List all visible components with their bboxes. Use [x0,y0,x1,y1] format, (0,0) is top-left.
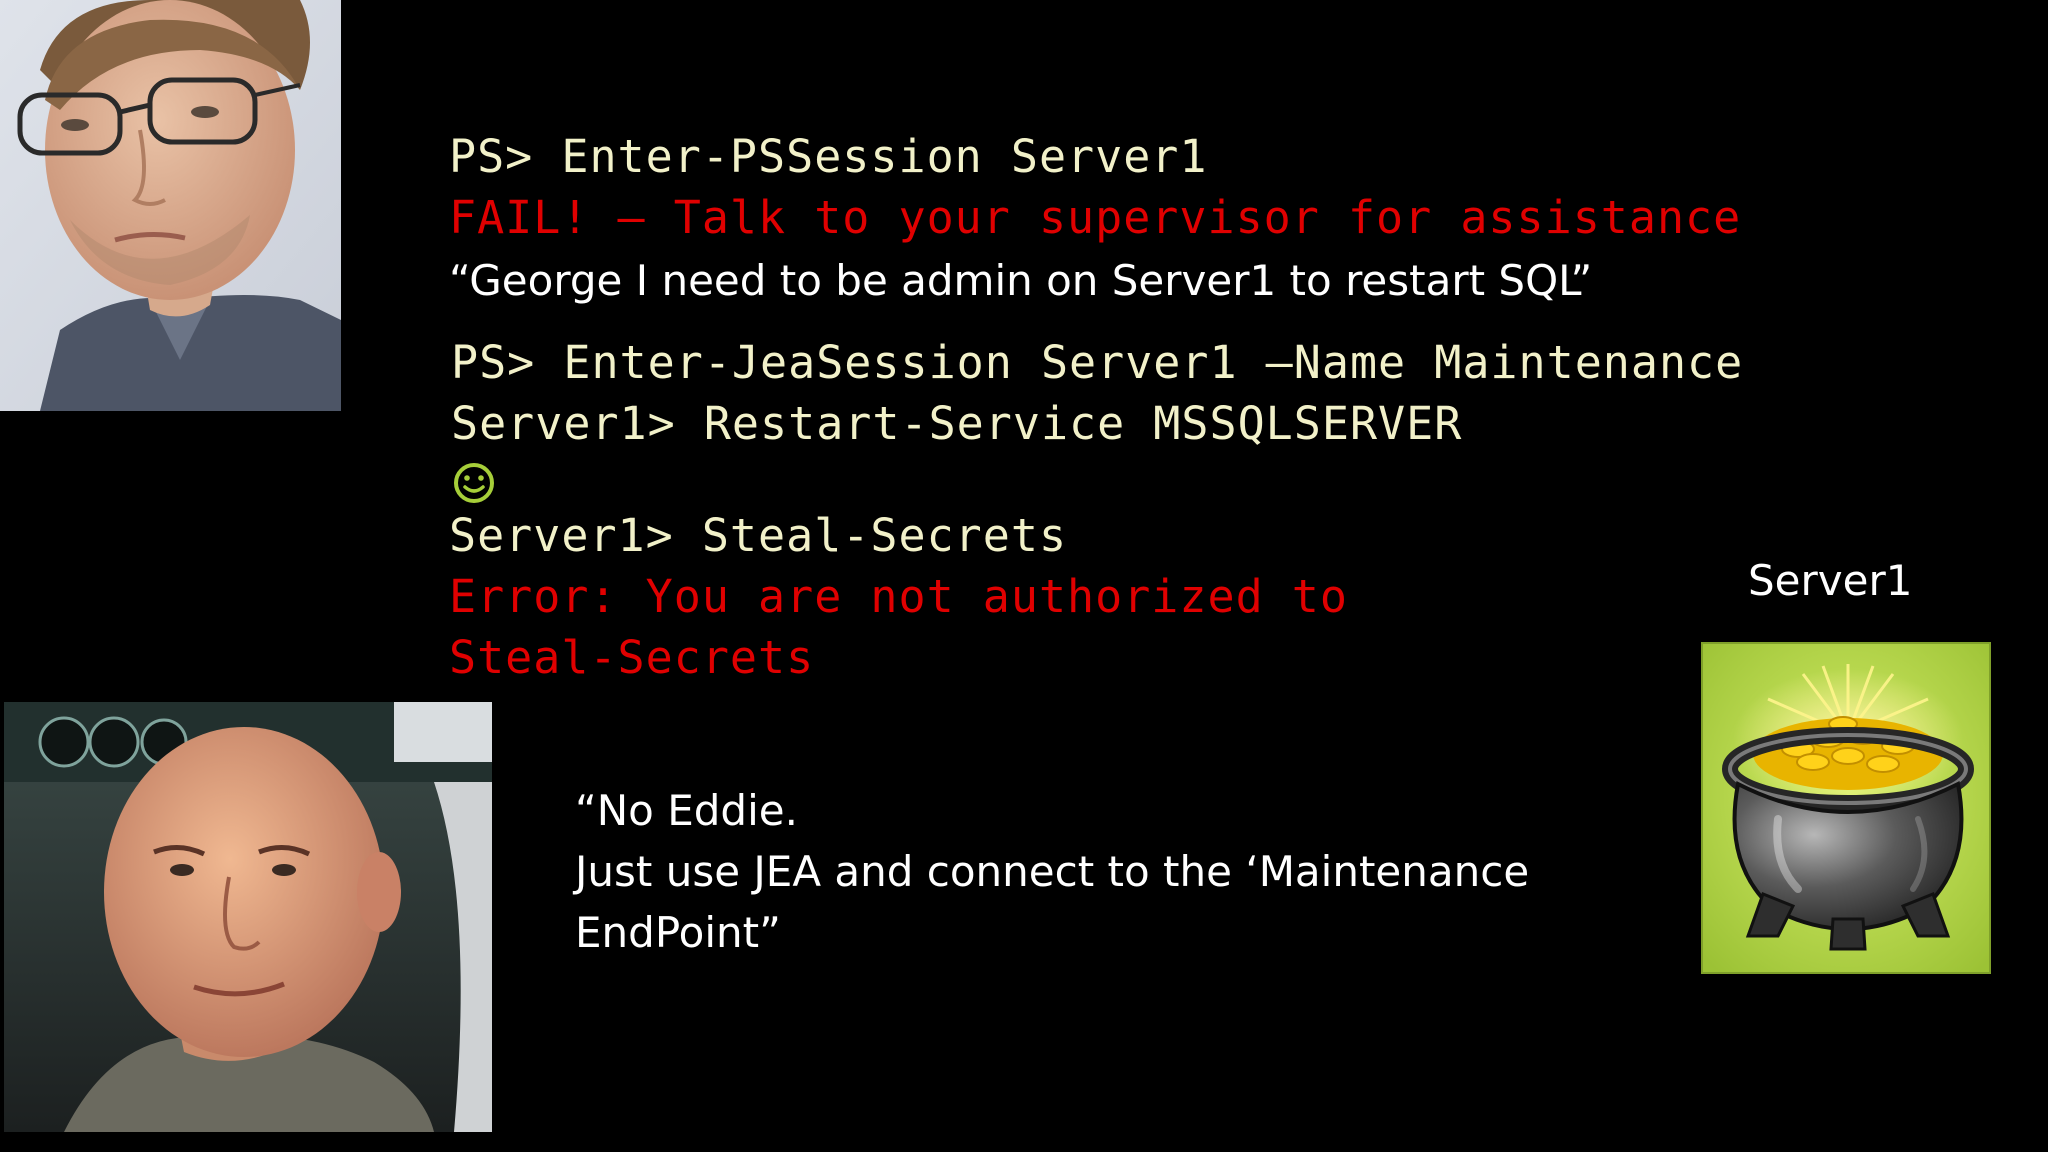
terminal-line-enter-jeasession: PS> Enter-JeaSession Server1 –Name Maint… [451,336,1744,389]
portrait-eddie-image [0,0,341,411]
portrait-photo-eddie [0,0,341,411]
reply-line-3: EndPoint” [575,908,781,957]
terminal-line-error-continued: Steal-Secrets [449,631,815,684]
quote-request-admin: “George I need to be admin on Server1 to… [449,256,1593,305]
reply-line-2: Just use JEA and connect to the ‘Mainten… [575,847,1530,896]
terminal-line-steal-secrets: Server1> Steal-Secrets [449,509,1068,562]
reply-line-1: “No Eddie. [575,786,798,835]
slide: PS> Enter-PSSession Server1 FAIL! – Talk… [0,0,2048,1152]
terminal-line-error: Error: You are not authorized to [449,570,1348,623]
server-label: Server1 [1748,556,1913,605]
terminal-line-restart-service: Server1> Restart-Service MSSQLSERVER [451,397,1463,450]
portrait-photo-george [4,702,492,1132]
smiley-face-icon [453,462,495,504]
pot-of-gold-icon [1701,642,1991,974]
portrait-george-image [4,702,492,1132]
terminal-line-enter-pssession: PS> Enter-PSSession Server1 [449,130,1208,183]
terminal-line-fail: FAIL! – Talk to your supervisor for assi… [449,191,1742,244]
